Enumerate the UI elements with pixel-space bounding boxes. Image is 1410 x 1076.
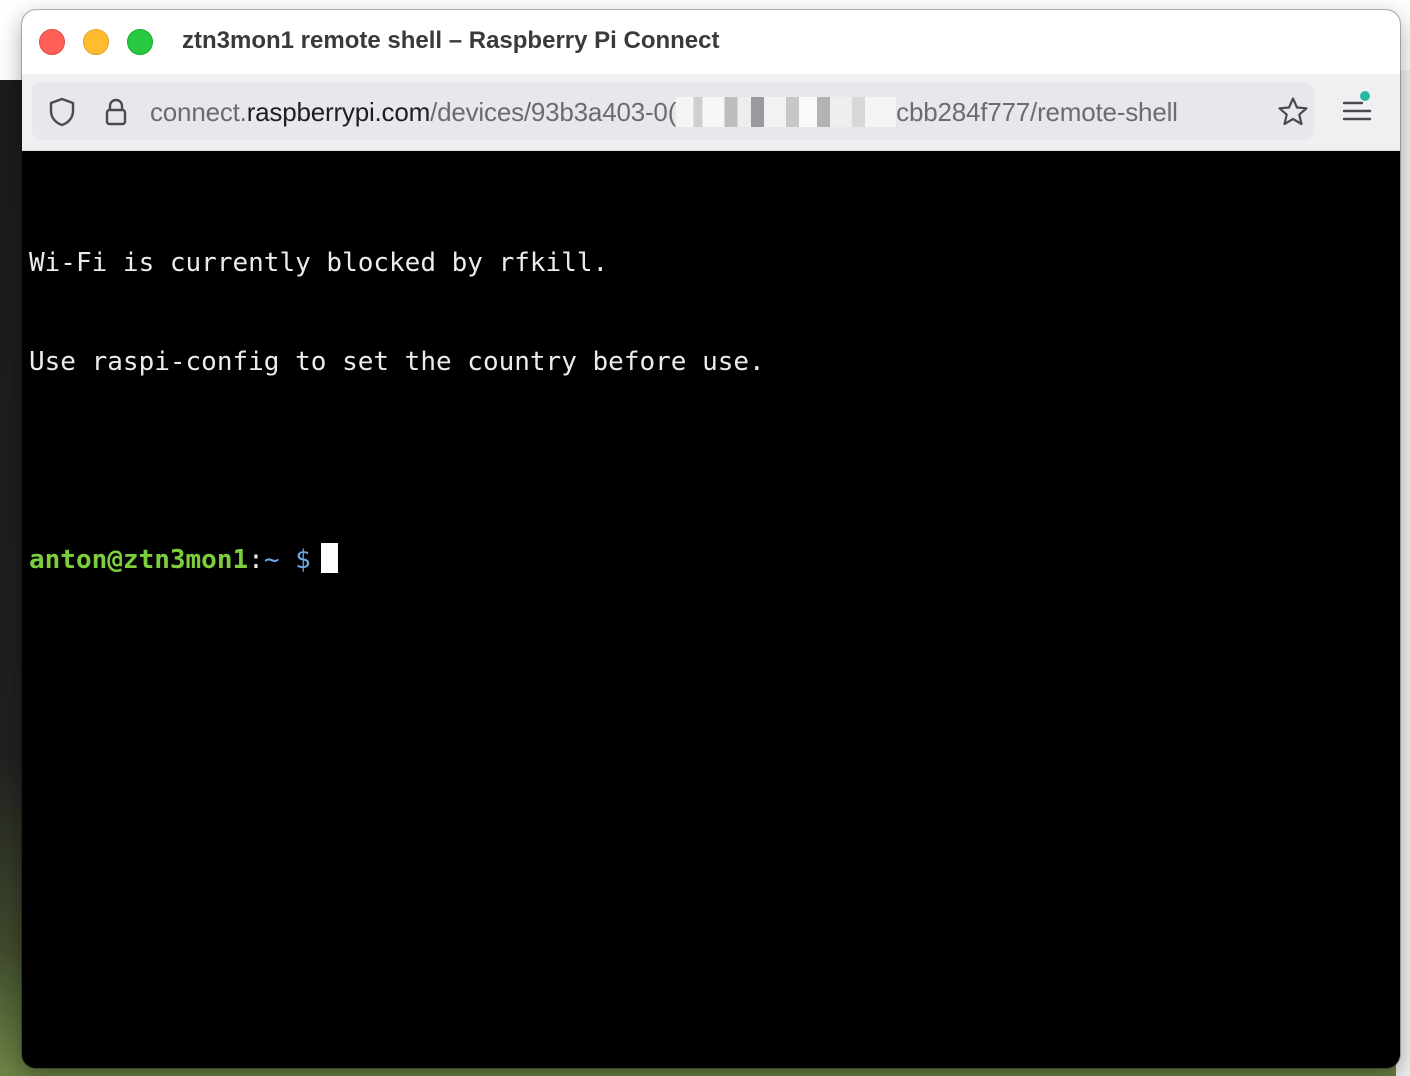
terminal-prompt-line[interactable]: anton@ztn3mon1:~ $ (29, 543, 1400, 576)
menu-notification-badge (1360, 91, 1370, 101)
title-bar[interactable]: ztn3mon1 remote shell – Raspberry Pi Con… (22, 10, 1400, 75)
terminal-output[interactable]: Wi-Fi is currently blocked by rfkill. Us… (22, 151, 1400, 1068)
url-path-start: /devices/93b3a403-0( (430, 97, 677, 127)
prompt-separator: : (248, 545, 264, 575)
url-redacted-segment (676, 97, 897, 127)
terminal-line: Use raspi-config to set the country befo… (29, 347, 765, 377)
browser-window: ztn3mon1 remote shell – Raspberry Pi Con… (22, 10, 1400, 1068)
address-bar[interactable]: connect.raspberrypi.com/devices/93b3a403… (32, 82, 1314, 140)
url-path-end: cbb284f777/remote-shell (896, 97, 1178, 127)
url-subdomain: connect. (150, 97, 247, 127)
terminal-line: Wi-Fi is currently blocked by rfkill. (29, 248, 609, 278)
prompt-user-host: anton@ztn3mon1 (29, 545, 249, 575)
window-title: ztn3mon1 remote shell – Raspberry Pi Con… (182, 27, 720, 54)
terminal-cursor[interactable] (320, 543, 338, 573)
maximize-window-button[interactable] (127, 29, 153, 55)
url-text[interactable]: connect.raspberrypi.com/devices/93b3a403… (150, 97, 1178, 128)
prompt-path: ~ (263, 545, 280, 575)
close-window-button[interactable] (39, 29, 65, 55)
url-host: raspberrypi.com (246, 97, 431, 127)
bookmark-star-icon[interactable] (1276, 95, 1310, 129)
lock-icon[interactable] (100, 96, 132, 128)
tracking-protection-shield-icon[interactable] (46, 96, 78, 128)
browser-toolbar: connect.raspberrypi.com/devices/93b3a403… (22, 74, 1400, 151)
prompt-symbol: $ (295, 545, 311, 575)
minimize-window-button[interactable] (83, 29, 109, 55)
